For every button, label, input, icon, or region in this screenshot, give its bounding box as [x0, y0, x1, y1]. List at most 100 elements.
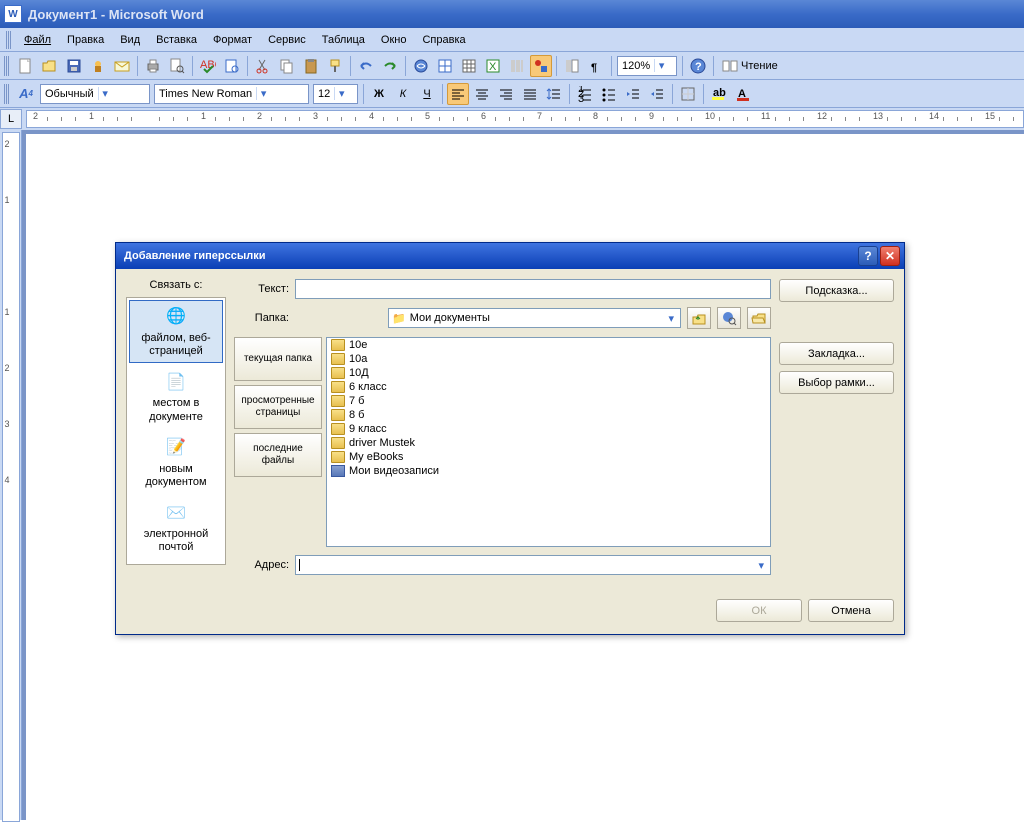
tab-browsed-pages[interactable]: просмотренные страницы	[234, 385, 322, 429]
file-item[interactable]: 8 б	[327, 408, 770, 422]
new-doc-icon[interactable]	[15, 55, 37, 77]
globe-page-icon: 🌐	[162, 305, 190, 329]
menu-table[interactable]: Таблица	[314, 31, 373, 49]
menu-insert[interactable]: Вставка	[148, 31, 205, 49]
line-spacing-icon[interactable]	[543, 83, 565, 105]
numbering-icon[interactable]: 123	[574, 83, 596, 105]
doc-map-icon[interactable]	[561, 55, 583, 77]
file-item[interactable]: driver Mustek	[327, 436, 770, 450]
dialog-titlebar[interactable]: Добавление гиперссылки ? ✕	[116, 243, 904, 269]
horizontal-ruler[interactable]: 21123456789101112131415	[26, 110, 1024, 128]
file-item[interactable]: 9 класс	[327, 422, 770, 436]
menubar-handle[interactable]	[6, 31, 12, 49]
file-item[interactable]: 6 класс	[327, 380, 770, 394]
align-center-icon[interactable]	[471, 83, 493, 105]
research-icon[interactable]	[221, 55, 243, 77]
cancel-button[interactable]: Отмена	[808, 599, 894, 622]
print-preview-icon[interactable]	[166, 55, 188, 77]
tab-current-folder[interactable]: текущая папка	[234, 337, 322, 381]
menu-window[interactable]: Окно	[373, 31, 415, 49]
zoom-combo[interactable]: 120%▾	[617, 56, 677, 76]
bullets-icon[interactable]	[598, 83, 620, 105]
align-right-icon[interactable]	[495, 83, 517, 105]
copy-icon[interactable]	[276, 55, 298, 77]
file-item[interactable]: My eBooks	[327, 450, 770, 464]
ok-button[interactable]: ОК	[716, 599, 802, 622]
align-left-icon[interactable]	[447, 83, 469, 105]
folder-icon	[331, 339, 345, 351]
browse-web-button[interactable]	[717, 307, 741, 329]
file-item[interactable]: 7 б	[327, 394, 770, 408]
insert-table-icon[interactable]	[458, 55, 480, 77]
file-name: 9 класс	[349, 423, 387, 435]
styles-icon[interactable]: A4	[15, 83, 37, 105]
columns-icon[interactable]	[506, 55, 528, 77]
folder-select[interactable]: 📁 Мои документы ▾	[388, 308, 681, 328]
menu-edit[interactable]: Правка	[59, 31, 112, 49]
file-item[interactable]: 10а	[327, 352, 770, 366]
align-justify-icon[interactable]	[519, 83, 541, 105]
menu-file[interactable]: Файл	[16, 31, 59, 49]
open-icon[interactable]	[39, 55, 61, 77]
linkto-place-in-doc[interactable]: 📄 местом в документе	[129, 365, 223, 428]
fontsize-combo[interactable]: 12▾	[313, 84, 358, 104]
address-input[interactable]: ▾	[295, 555, 771, 575]
tooltip-button[interactable]: Подсказка...	[779, 279, 894, 302]
insert-excel-icon[interactable]: X	[482, 55, 504, 77]
hyperlink-icon[interactable]	[410, 55, 432, 77]
show-marks-icon[interactable]: ¶	[585, 55, 607, 77]
highlight-icon[interactable]: ab	[708, 83, 730, 105]
email-icon[interactable]	[111, 55, 133, 77]
print-icon[interactable]	[142, 55, 164, 77]
drawing-icon[interactable]	[530, 55, 552, 77]
text-label: Текст:	[234, 283, 289, 295]
font-value: Times New Roman	[159, 88, 252, 100]
file-name: 10а	[349, 353, 367, 365]
undo-icon[interactable]	[355, 55, 377, 77]
read-mode-icon[interactable]: Чтение	[718, 55, 782, 77]
up-folder-button[interactable]	[687, 307, 711, 329]
bold-button[interactable]: Ж	[368, 83, 390, 105]
outdent-icon[interactable]	[622, 83, 644, 105]
file-item[interactable]: Мои видеозаписи	[327, 464, 770, 478]
font-combo[interactable]: Times New Roman▾	[154, 84, 309, 104]
target-frame-button[interactable]: Выбор рамки...	[779, 371, 894, 394]
file-item[interactable]: 10е	[327, 338, 770, 352]
vertical-ruler[interactable]: 211234	[0, 130, 22, 820]
save-icon[interactable]	[63, 55, 85, 77]
menu-format[interactable]: Формат	[205, 31, 260, 49]
linkto-label-2: новым документом	[145, 463, 206, 488]
toolbar-handle-1[interactable]	[4, 56, 10, 76]
tables-borders-icon[interactable]	[434, 55, 456, 77]
spellcheck-icon[interactable]: ABC	[197, 55, 219, 77]
linkto-file-web[interactable]: 🌐 файлом, веб-страницей	[129, 300, 223, 363]
help-icon[interactable]: ?	[687, 55, 709, 77]
ruler-corner[interactable]: L	[0, 109, 22, 129]
browse-file-button[interactable]	[747, 307, 771, 329]
menu-tools[interactable]: Сервис	[260, 31, 314, 49]
bookmark-button[interactable]: Закладка...	[779, 342, 894, 365]
underline-button[interactable]: Ч	[416, 83, 438, 105]
borders-icon[interactable]	[677, 83, 699, 105]
linkto-email[interactable]: ✉️ электронной почтой	[129, 496, 223, 559]
fontsize-value: 12	[318, 88, 330, 100]
dialog-help-button[interactable]: ?	[858, 246, 878, 266]
format-painter-icon[interactable]	[324, 55, 346, 77]
dialog-close-button[interactable]: ✕	[880, 246, 900, 266]
permission-icon[interactable]	[87, 55, 109, 77]
toolbar-handle-2[interactable]	[4, 84, 10, 104]
redo-icon[interactable]	[379, 55, 401, 77]
paste-icon[interactable]	[300, 55, 322, 77]
cut-icon[interactable]	[252, 55, 274, 77]
italic-button[interactable]: К	[392, 83, 414, 105]
file-item[interactable]: 10Д	[327, 366, 770, 380]
indent-icon[interactable]	[646, 83, 668, 105]
file-list[interactable]: 10е10а10Д6 класс7 б8 б9 классdriver Must…	[326, 337, 771, 547]
style-combo[interactable]: Обычный▾	[40, 84, 150, 104]
menu-view[interactable]: Вид	[112, 31, 148, 49]
display-text-input[interactable]	[295, 279, 771, 299]
font-color-icon[interactable]: A	[732, 83, 754, 105]
menu-help[interactable]: Справка	[414, 31, 473, 49]
tab-recent-files[interactable]: последние файлы	[234, 433, 322, 477]
linkto-new-doc[interactable]: 📝 новым документом	[129, 431, 223, 494]
